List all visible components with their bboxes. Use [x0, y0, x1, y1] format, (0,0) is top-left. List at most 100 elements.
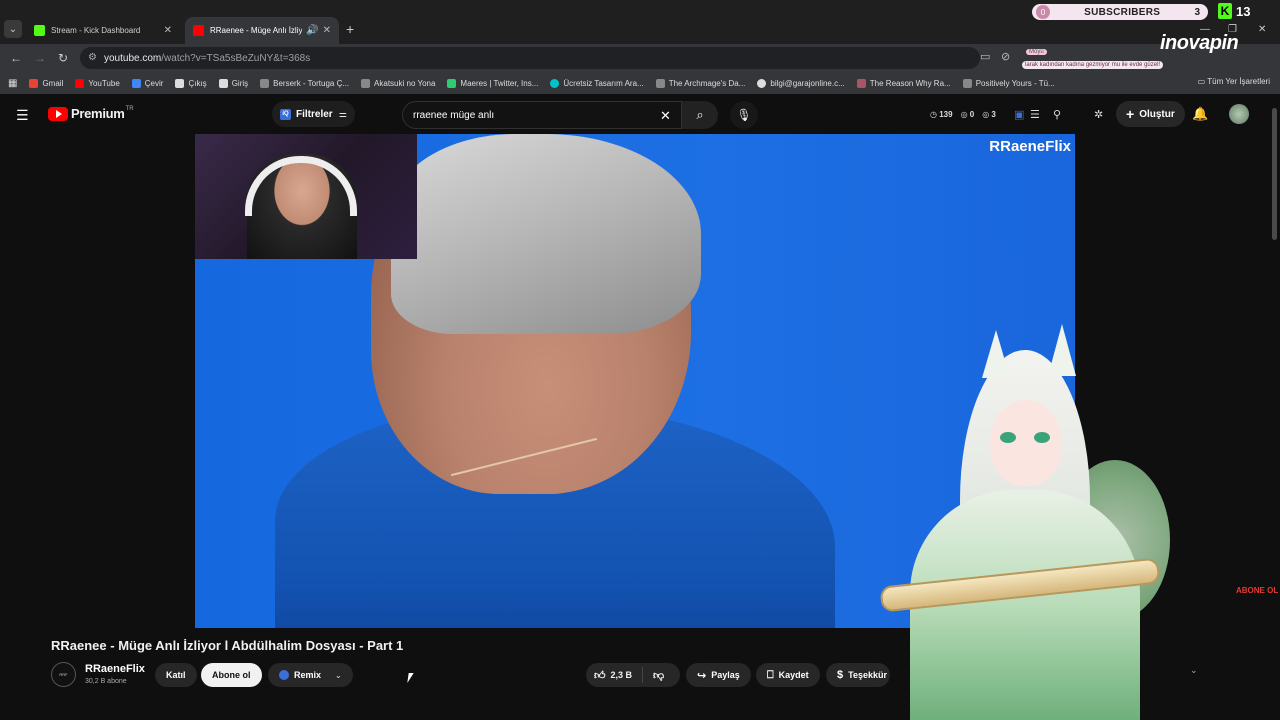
thumbs-down-icon: 👎︎ — [653, 669, 665, 682]
streamer-webcam — [195, 134, 417, 259]
bookmark-tasarim[interactable]: Ücretsiz Tasarım Ara... — [550, 78, 644, 88]
pin-icon[interactable]: ⚲ — [1053, 108, 1061, 121]
account-avatar[interactable] — [1229, 104, 1249, 124]
remix-icon — [279, 670, 289, 680]
youtube-logo-icon — [48, 106, 68, 121]
stat-value: 3 — [991, 110, 996, 119]
more-chevron-icon[interactable]: ⌄ — [1190, 665, 1198, 676]
page-icon — [175, 78, 185, 88]
like-button[interactable]: 👍︎ 2,3 B — [586, 667, 644, 683]
save-button[interactable]: ⎕ Kaydet — [756, 663, 820, 687]
all-bookmarks-folder[interactable]: ▭ Tüm Yer İşaretleri — [1198, 77, 1270, 86]
filters-button[interactable]: iQ Filtreler ⚌ — [272, 101, 355, 127]
chat-overlay-note: larak kadından kadına gezmiyor mu ile ev… — [1022, 61, 1164, 69]
vtuber-ear-left — [982, 330, 1010, 378]
subscribe-button[interactable]: Abone ol — [201, 663, 262, 687]
kick-follower-badge: K 13 — [1218, 2, 1268, 20]
close-window-icon[interactable]: ✕ — [1258, 24, 1266, 35]
forward-icon[interactable]: → — [34, 51, 46, 65]
sliders-icon: ⚌ — [338, 108, 347, 119]
tab-title: Stream - Kick Dashboard — [51, 26, 141, 35]
cast-icon[interactable]: ▭ — [980, 50, 990, 63]
page-scrollbar-thumb[interactable] — [1272, 108, 1277, 240]
page-icon — [218, 78, 228, 88]
canva-icon — [550, 78, 560, 88]
thanks-icon: $ — [837, 669, 844, 681]
join-label: Katıl — [166, 670, 186, 680]
gmail-icon — [29, 78, 39, 88]
bookmark-archmage[interactable]: The Archmage's Da... — [655, 78, 745, 88]
youtube-premium-logo[interactable]: Premium TR — [48, 106, 134, 121]
thanks-button[interactable]: $ Teşekkür — [826, 663, 890, 687]
mouse-cursor-icon — [407, 673, 414, 683]
close-tab-icon[interactable]: ✕ — [164, 25, 172, 36]
list-icon[interactable]: ☰ — [1030, 108, 1040, 121]
tab-title: RRaenee - Müge Anlı İzliyor — [210, 26, 303, 35]
subs-count: 3 — [1194, 6, 1200, 18]
thanks-label: Teşekkür — [848, 670, 887, 680]
share-button[interactable]: ↪ Paylaş — [686, 663, 751, 687]
site-info-icon[interactable]: ⚙ — [88, 52, 97, 63]
url-field[interactable]: ⚙ youtube.com/watch?v=TSa5sBeZuNY&t=368s — [80, 47, 980, 69]
third-stat: ◎ 3 — [982, 110, 996, 119]
stat-value: 139 — [939, 110, 953, 119]
bookmark-icon: ⎕ — [767, 668, 774, 681]
voice-search-button[interactable]: 🎙 — [730, 101, 758, 129]
bookmark-bilgi[interactable]: bilgi@garajonline.c... — [757, 78, 845, 88]
bookmark-label: Positively Yours - Tü... — [975, 78, 1055, 88]
logo-word: Premium — [71, 106, 125, 121]
iq-icon[interactable]: ▣ — [1014, 108, 1024, 121]
new-tab-button[interactable]: + — [346, 21, 354, 37]
youtube-icon — [75, 78, 85, 88]
globe-icon — [757, 78, 767, 88]
eye-off-icon[interactable]: ⊘ — [1001, 50, 1010, 63]
bookmark-giris[interactable]: Giriş — [218, 78, 248, 88]
channel-avatar[interactable]: RRF — [51, 662, 76, 687]
speaker-icon[interactable]: 🔊 — [306, 25, 318, 36]
filter-ext-icon: iQ — [280, 108, 291, 120]
bookmark-positively[interactable]: Positively Yours - Tü... — [962, 78, 1055, 88]
join-button[interactable]: Katıl — [155, 663, 197, 687]
reload-icon[interactable]: ↻ — [58, 51, 68, 65]
bookmark-label: Maeres | Twitter, Ins... — [460, 78, 539, 88]
tab-kick-dashboard[interactable]: Stream - Kick Dashboard ✕ — [26, 17, 180, 44]
tab-search-button[interactable]: ⌄ — [4, 20, 22, 38]
bookmark-label: Çevir — [144, 78, 164, 88]
filters-label: Filtreler — [296, 108, 333, 120]
create-button[interactable]: + Oluştur — [1116, 101, 1185, 127]
extensions-gear-icon[interactable]: ✲ — [1094, 108, 1103, 121]
bookmark-youtube[interactable]: YouTube — [75, 78, 120, 88]
search-query: rraenee müge anlı — [413, 109, 495, 121]
site-icon — [361, 78, 371, 88]
thumbs-up-icon: 👍︎ — [594, 669, 606, 682]
back-icon[interactable]: ← — [10, 51, 22, 65]
youtube-favicon-icon — [193, 25, 204, 36]
channel-name[interactable]: RRaeneFlix — [85, 663, 145, 675]
bookmark-reason[interactable]: The Reason Why Ra... — [856, 78, 951, 88]
apps-grid-icon[interactable]: ▦ — [8, 78, 17, 89]
bookmark-gmail[interactable]: Gmail — [29, 78, 63, 88]
logo-region: TR — [125, 105, 134, 112]
bookmark-berserk[interactable]: Berserk - Tortuga Ç... — [260, 78, 349, 88]
dislike-button[interactable]: 👎︎ — [643, 669, 664, 682]
bookmark-cevir[interactable]: Çevir — [131, 78, 164, 88]
search-button[interactable]: ⌕ — [682, 101, 718, 129]
menu-icon[interactable]: ☰ — [16, 107, 29, 124]
bookmark-akatsuki[interactable]: Akatsuki no Yona — [361, 78, 435, 88]
bookmark-maeres[interactable]: Maeres | Twitter, Ins... — [447, 78, 539, 88]
site-icon — [260, 78, 270, 88]
remix-button[interactable]: Remix ⌄ — [268, 663, 353, 687]
plus-icon: + — [1126, 106, 1135, 122]
chevron-down-icon: ⌄ — [335, 670, 342, 680]
close-tab-icon[interactable]: ✕ — [323, 25, 331, 36]
clear-search-icon[interactable]: ✕ — [660, 108, 671, 124]
create-label: Oluştur — [1139, 108, 1175, 120]
youtube-header: ☰ Premium TR iQ Filtreler ⚌ rraenee müge… — [0, 94, 1280, 134]
bookmark-label: Çıkış — [188, 78, 207, 88]
abone-ol-sticker: ABONE OL — [1236, 586, 1279, 595]
notifications-bell-icon[interactable]: 🔔 — [1192, 106, 1208, 122]
bookmark-cikis[interactable]: Çıkış — [175, 78, 207, 88]
search-input[interactable]: rraenee müge anlı — [402, 101, 682, 129]
browser-tab-strip: ⌄ Stream - Kick Dashboard ✕ RRaenee - Mü… — [0, 0, 1280, 44]
tab-youtube-video[interactable]: RRaenee - Müge Anlı İzliyor 🔊 ✕ — [185, 17, 339, 44]
